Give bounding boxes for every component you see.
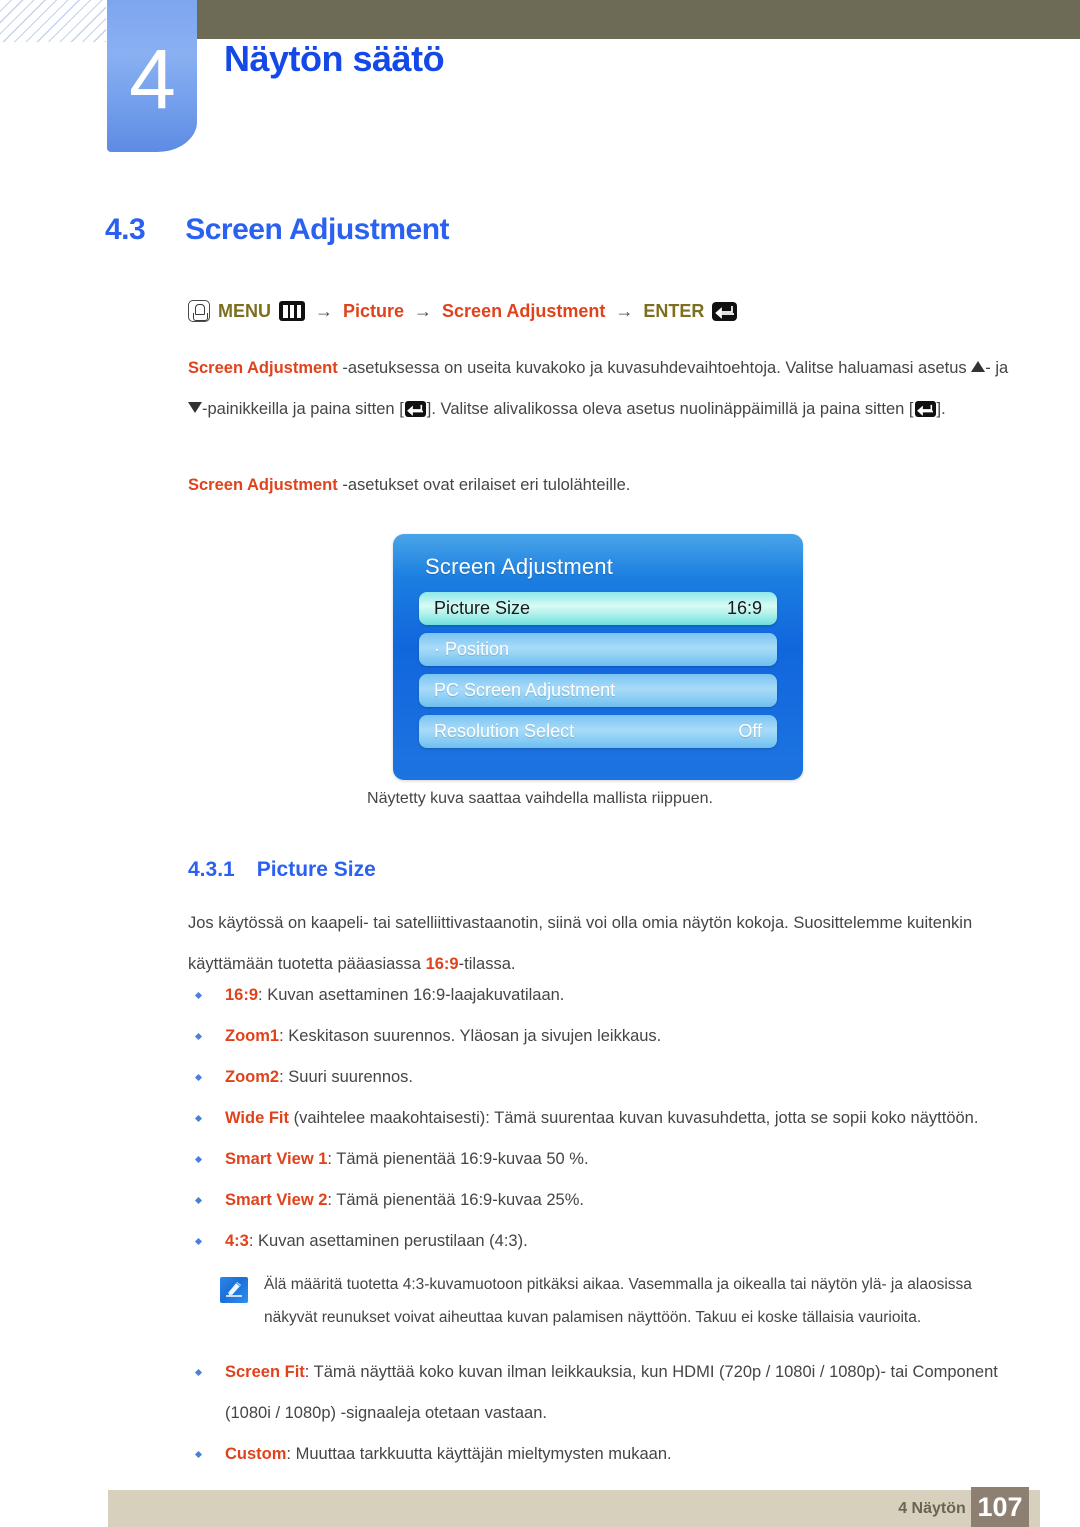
intro-paragraph-1: Screen Adjustment -asetuksessa on useita… <box>188 348 1010 430</box>
subsection-title: Picture Size <box>256 858 376 881</box>
option-desc: : Tämä pienentää 16:9-kuvaa 25%. <box>327 1191 584 1209</box>
option-desc: (vaihtelee maakohtaisesti): Tämä suurent… <box>289 1109 979 1127</box>
osd-row-pc-screen-adjustment[interactable]: PC Screen Adjustment <box>419 674 777 707</box>
subsection-text-a: Jos käytössä on kaapeli- tai satelliitti… <box>188 914 973 973</box>
option-desc: : Suuri suurennos. <box>279 1068 414 1086</box>
option-term: Custom <box>225 1445 287 1463</box>
intro-text-2: -asetukset ovat erilaiset eri tulolähtei… <box>337 476 631 494</box>
section-heading: 4.3 Screen Adjustment <box>105 213 450 247</box>
enter-key-icon-inline-1 <box>404 401 426 417</box>
osd-row-label: · Position <box>434 639 510 659</box>
option-desc: : Kuvan asettaminen perustilaan (4:3). <box>248 1232 528 1250</box>
header-olive-bar <box>197 0 1080 39</box>
list-item: Zoom1: Keskitason suurennos. Yläosan ja … <box>188 1016 1010 1057</box>
intro-text-1a: -asetuksessa on useita kuvakoko ja kuvas… <box>337 359 972 377</box>
picture-size-option-list: 16:9: Kuvan asettaminen 16:9-laajakuvati… <box>188 975 1010 1262</box>
list-item: Screen Fit: Tämä näyttää koko kuvan ilma… <box>188 1352 1010 1434</box>
list-item: Zoom2: Suuri suurennos. <box>188 1057 1010 1098</box>
option-term: Zoom2 <box>225 1068 280 1086</box>
list-item: Smart View 1: Tämä pienentää 16:9-kuvaa … <box>188 1139 1010 1180</box>
section-title: Screen Adjustment <box>185 213 450 246</box>
osd-row-label: Resolution Select <box>434 721 575 741</box>
intro-term-2: Screen Adjustment <box>188 476 338 494</box>
option-desc: : Muuttaa tarkkuutta käyttäjän mieltymys… <box>286 1445 672 1463</box>
chapter-tab: 4 <box>107 0 197 152</box>
breadcrumb-menu-label: MENU <box>218 300 271 321</box>
menu-bars-icon <box>279 301 305 321</box>
breadcrumb-arrow-2: → <box>414 300 433 321</box>
subsection-term: 16:9 <box>425 955 459 973</box>
option-term: Zoom1 <box>225 1027 280 1045</box>
option-desc: : Kuvan asettaminen 16:9-laajakuvatilaan… <box>258 986 565 1004</box>
breadcrumb-arrow-1: → <box>315 300 333 321</box>
option-term: Smart View 2 <box>225 1191 328 1209</box>
section-number: 4.3 <box>105 213 146 246</box>
option-term: Wide Fit <box>225 1109 290 1127</box>
breadcrumb-enter-label: ENTER <box>643 300 705 321</box>
manual-page: 4 Näytön säätö 4.3 Screen Adjustment MEN… <box>0 0 1080 1527</box>
osd-row-label: Picture Size <box>434 598 531 618</box>
option-desc: : Tämä näyttää koko kuvan ilman leikkauk… <box>225 1363 998 1422</box>
subsection-paragraph: Jos käytössä on kaapeli- tai satelliitti… <box>188 903 1010 985</box>
list-item: 16:9: Kuvan asettaminen 16:9-laajakuvati… <box>188 975 1010 1016</box>
list-item: Custom: Muuttaa tarkkuutta käyttäjän mie… <box>188 1434 1010 1475</box>
intro-text-1b: - ja <box>985 359 1009 377</box>
intro-paragraph-2: Screen Adjustment -asetukset ovat erilai… <box>188 465 1010 506</box>
hand-click-icon <box>188 300 210 322</box>
chapter-number: 4 <box>129 32 176 126</box>
option-term: 4:3 <box>225 1232 249 1250</box>
option-desc: : Tämä pienentää 16:9-kuvaa 50 %. <box>327 1150 589 1168</box>
osd-row-label: PC Screen Adjustment <box>434 680 616 700</box>
enter-key-icon-inline-2 <box>914 401 936 417</box>
intro-text-1d: ]. Valitse alivalikossa oleva asetus nuo… <box>426 400 914 418</box>
page-number: 107 <box>977 1491 1023 1522</box>
breadcrumb-arrow-3: → <box>615 300 634 321</box>
osd-row-value: 16:9 <box>726 598 762 618</box>
page-number-box: 107 <box>971 1487 1029 1527</box>
list-item: 4:3: Kuvan asettaminen perustilaan (4:3)… <box>188 1221 1010 1262</box>
list-item: Wide Fit (vaihtelee maakohtaisesti): Täm… <box>188 1098 1010 1139</box>
note-text: Älä määritä tuotetta 4:3-kuvamuotoon pit… <box>264 1276 972 1326</box>
subsection-text-b: -tilassa. <box>458 955 516 973</box>
arrow-down-icon <box>188 402 202 413</box>
option-desc: : Keskitason suurennos. Yläosan ja sivuj… <box>279 1027 662 1045</box>
chapter-title: Näytön säätö <box>224 38 445 79</box>
osd-title: Screen Adjustment <box>425 554 614 579</box>
decorative-hatch-pattern <box>0 0 106 42</box>
option-term: Smart View 1 <box>225 1150 328 1168</box>
intro-term-1: Screen Adjustment <box>188 359 338 377</box>
osd-screenshot: Screen Adjustment Picture Size 16:9 · Po… <box>393 534 803 780</box>
osd-row-value: Off <box>738 721 762 741</box>
note-pencil-icon <box>220 1277 248 1303</box>
option-term: Screen Fit <box>225 1363 305 1381</box>
osd-row-picture-size[interactable]: Picture Size 16:9 <box>419 592 777 625</box>
breadcrumb-item-picture: Picture <box>343 300 405 321</box>
osd-caption: Näytetty kuva saattaa vaihdella mallista… <box>367 790 713 807</box>
subsection-number: 4.3.1 <box>188 858 235 881</box>
osd-row-resolution-select[interactable]: Resolution Select Off <box>419 715 777 748</box>
arrow-up-icon <box>971 361 986 372</box>
enter-key-icon <box>712 301 738 321</box>
breadcrumb: MENU → Picture → Screen Adjustment → ENT… <box>188 300 738 322</box>
intro-text-1c: -painikkeilla ja paina sitten [ <box>202 400 404 418</box>
osd-row-position[interactable]: · Position <box>419 633 777 666</box>
subsection-heading: 4.3.1 Picture Size <box>188 858 376 882</box>
intro-text-1e: ]. <box>936 400 946 418</box>
list-item: Smart View 2: Tämä pienentää 16:9-kuvaa … <box>188 1180 1010 1221</box>
note-callout: Älä määritä tuotetta 4:3-kuvamuotoon pit… <box>220 1268 1010 1334</box>
breadcrumb-item-screen-adjustment: Screen Adjustment <box>442 300 606 321</box>
picture-size-option-list-continued: Screen Fit: Tämä näyttää koko kuvan ilma… <box>188 1352 1010 1475</box>
option-term: 16:9 <box>225 986 259 1004</box>
